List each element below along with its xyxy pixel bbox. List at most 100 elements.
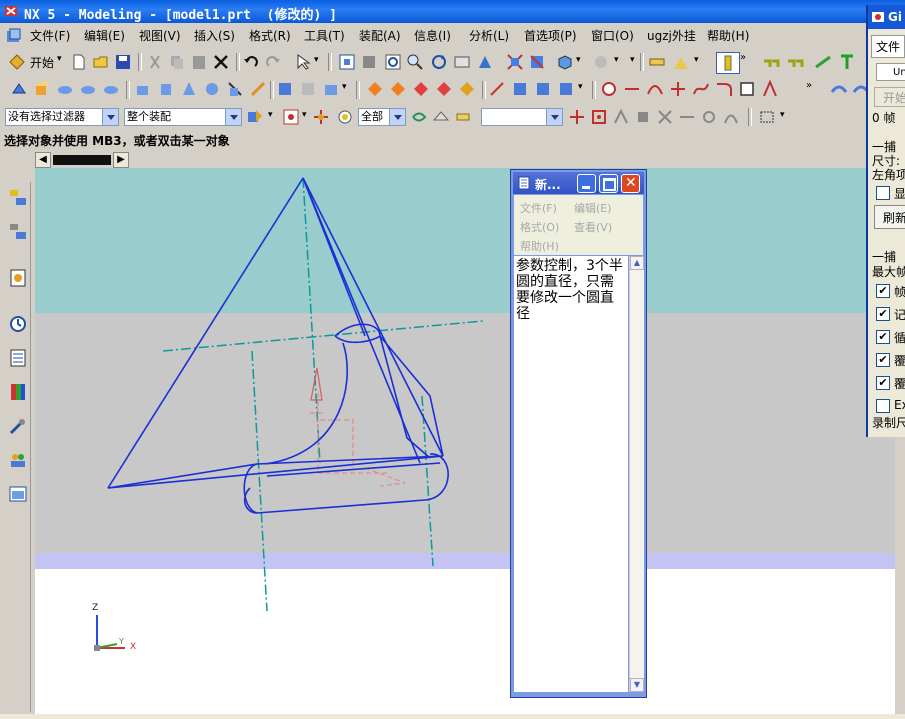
cone-icon[interactable] xyxy=(180,80,198,98)
menu-ugzj-plugin[interactable]: ugzj外挂 xyxy=(647,28,696,44)
fillet-curve-icon[interactable] xyxy=(669,80,687,98)
plugin-tool-icon[interactable] xyxy=(786,53,804,71)
zoom-window-icon[interactable] xyxy=(384,53,402,71)
selection-scope-dropdown[interactable]: 整个装配 xyxy=(124,108,242,126)
analysis-icon[interactable] xyxy=(672,53,690,71)
sphere-icon[interactable] xyxy=(203,80,221,98)
notepad-menu-help[interactable]: 帮助(H) xyxy=(520,238,559,254)
recorder-option-checkbox[interactable]: ✔ xyxy=(876,330,890,344)
studio-spline-icon[interactable] xyxy=(692,80,710,98)
snap-midpoint-icon[interactable] xyxy=(590,108,608,126)
tools-tab-icon[interactable] xyxy=(8,416,28,436)
close-button[interactable]: ✕ xyxy=(621,174,640,193)
select-all-icon[interactable] xyxy=(336,108,354,126)
start-dropdown-icon[interactable]: ▾ xyxy=(57,54,62,64)
redo-icon[interactable] xyxy=(264,53,282,71)
recorder-option-checkbox[interactable]: ✔ xyxy=(876,376,890,390)
feature-icon[interactable] xyxy=(10,80,28,98)
shading-icon[interactable] xyxy=(592,53,610,71)
restore-view-icon[interactable] xyxy=(528,53,546,71)
recorder-option-checkbox[interactable]: ✔ xyxy=(876,307,890,321)
assembly-navigator-icon[interactable] xyxy=(246,108,264,126)
recorder-start-button[interactable]: 开始 xyxy=(874,87,905,107)
scroll-up-icon[interactable]: ▲ xyxy=(630,256,644,270)
sweep-icon[interactable] xyxy=(79,80,97,98)
menu-window[interactable]: 窗口(O) xyxy=(591,28,634,44)
notepad-menu-edit[interactable]: 编辑(E) xyxy=(574,200,612,216)
fit-view-icon[interactable] xyxy=(338,53,356,71)
start-button[interactable]: 开始 xyxy=(30,54,54,71)
curve-icon[interactable] xyxy=(366,80,384,98)
highlighted-tool-button[interactable] xyxy=(716,52,740,74)
transform-icon[interactable] xyxy=(488,80,506,98)
menu-preferences[interactable]: 首选项(P) xyxy=(524,28,577,44)
notepad-menu-view[interactable]: 查看(V) xyxy=(574,219,612,235)
notepad-scrollbar[interactable]: ▲ ▼ xyxy=(629,256,644,692)
deselect-icon[interactable] xyxy=(410,108,428,126)
extrude-icon[interactable] xyxy=(33,80,51,98)
offset-curve-icon[interactable] xyxy=(458,80,476,98)
scroll-thumb[interactable] xyxy=(53,155,111,165)
conic-icon[interactable] xyxy=(761,80,779,98)
boolean-icon[interactable] xyxy=(226,80,244,98)
refresh-button[interactable]: 刷新 xyxy=(874,205,905,229)
chamfer-icon[interactable] xyxy=(276,80,294,98)
scroll-left-icon[interactable]: ◀ xyxy=(35,152,51,168)
menu-tools[interactable]: 工具(T) xyxy=(304,28,345,44)
hole-icon[interactable] xyxy=(322,80,340,98)
history-tab-icon[interactable] xyxy=(8,314,28,334)
new-file-icon[interactable] xyxy=(70,53,88,71)
show-hide-icon[interactable] xyxy=(432,108,450,126)
pattern-icon[interactable] xyxy=(534,80,552,98)
measure-icon[interactable] xyxy=(648,53,666,71)
cylinder-icon[interactable] xyxy=(157,80,175,98)
scroll-right-icon[interactable]: ▶ xyxy=(113,152,129,168)
hole-dropdown-icon[interactable]: ▾ xyxy=(342,82,347,92)
snap-scope-dropdown[interactable]: 全部 xyxy=(358,108,406,126)
arc-icon[interactable] xyxy=(389,80,407,98)
snap-point-icon[interactable] xyxy=(282,108,300,126)
recorder-field[interactable]: Un xyxy=(876,63,905,81)
overflow-chevron-icon[interactable]: » xyxy=(806,80,812,91)
quick-pick-dropdown[interactable] xyxy=(481,108,563,126)
menu-analysis[interactable]: 分析(L) xyxy=(469,28,509,44)
menu-edit[interactable]: 编辑(E) xyxy=(84,28,125,44)
arc-curve-icon[interactable] xyxy=(646,80,664,98)
menu-information[interactable]: 信息(I) xyxy=(414,28,451,44)
plugin-tool-icon[interactable] xyxy=(762,53,780,71)
cut-icon[interactable] xyxy=(146,53,164,71)
menu-file[interactable]: 文件(F) xyxy=(30,28,70,44)
copy-icon[interactable] xyxy=(168,53,186,71)
assembly-navigator-tab-icon[interactable] xyxy=(8,188,28,208)
save-icon[interactable] xyxy=(114,53,132,71)
maximize-button[interactable] xyxy=(599,174,618,193)
split-body-icon[interactable] xyxy=(557,80,575,98)
render-dropdown-icon[interactable]: ▾ xyxy=(576,55,581,65)
edge-blend-icon[interactable] xyxy=(249,80,267,98)
select-tool-icon[interactable] xyxy=(294,53,312,71)
roles-tab-icon[interactable] xyxy=(8,450,28,470)
zoom-icon[interactable] xyxy=(360,53,378,71)
menu-assemblies[interactable]: 装配(A) xyxy=(359,28,401,44)
paste-icon[interactable] xyxy=(190,53,208,71)
snap-arc-center-icon[interactable] xyxy=(656,108,674,126)
undo-icon[interactable] xyxy=(242,53,260,71)
snap-intersection-icon[interactable] xyxy=(634,108,652,126)
system-materials-tab-icon[interactable] xyxy=(8,348,28,368)
web-browser-tab-icon[interactable] xyxy=(8,484,28,504)
shell-icon[interactable] xyxy=(299,80,317,98)
snap-point-dropdown-icon[interactable]: ▾ xyxy=(302,110,307,120)
menu-view[interactable]: 视图(V) xyxy=(139,28,181,44)
show-checkbox[interactable] xyxy=(876,186,890,200)
reuse-library-tab-icon[interactable] xyxy=(8,268,28,288)
surface-icon[interactable] xyxy=(830,80,848,98)
text-tool-icon[interactable] xyxy=(838,53,856,71)
revolve-icon[interactable] xyxy=(56,80,74,98)
highlight-icon[interactable] xyxy=(454,108,472,126)
spline-icon[interactable] xyxy=(412,80,430,98)
block-icon[interactable] xyxy=(134,80,152,98)
minimize-button[interactable] xyxy=(577,174,596,193)
snap-on-curve-icon[interactable] xyxy=(722,108,740,126)
recorder-option-checkbox[interactable]: ✔ xyxy=(876,284,890,298)
line-curve-icon[interactable] xyxy=(623,80,641,98)
